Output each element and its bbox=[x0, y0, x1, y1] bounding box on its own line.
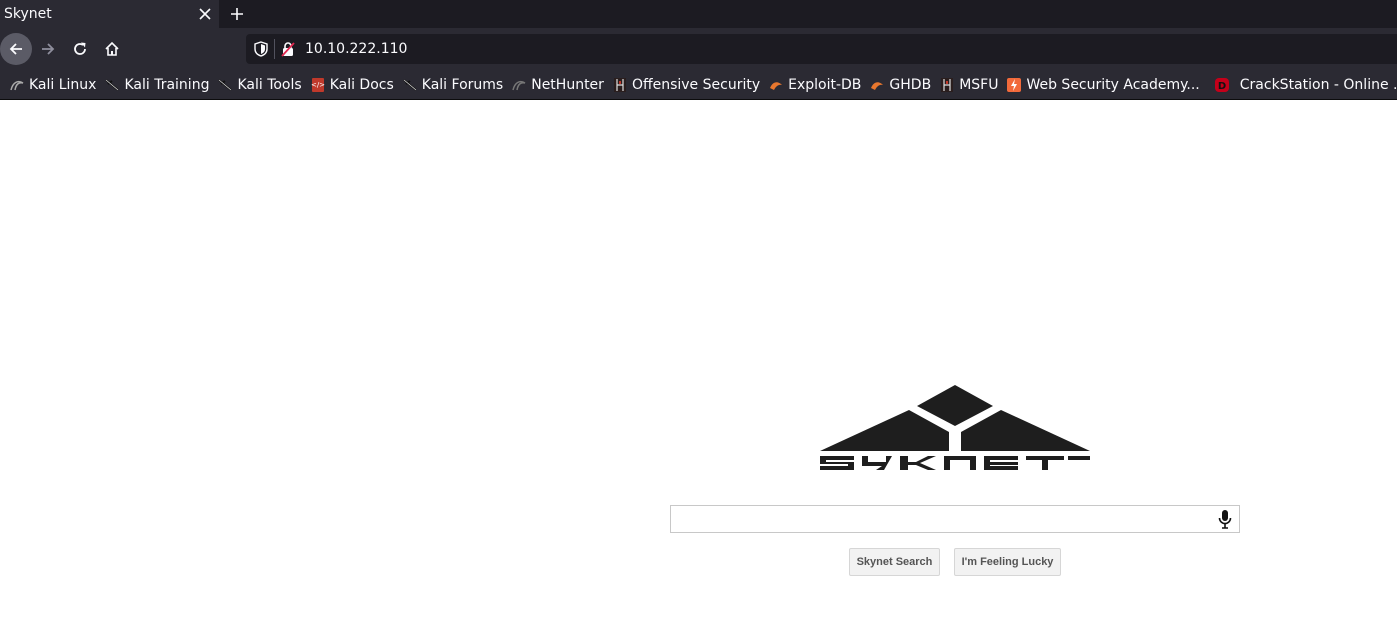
bookmark-nethunter[interactable]: NetHunter bbox=[508, 70, 609, 99]
crackstation-icon: D bbox=[1214, 77, 1230, 93]
home-icon[interactable] bbox=[96, 33, 128, 65]
bookmark-offensive-security[interactable]: Offensive Security bbox=[609, 70, 765, 99]
bookmark-label: Kali Linux bbox=[29, 76, 97, 93]
reload-icon[interactable] bbox=[64, 33, 96, 65]
offsec-icon bbox=[939, 77, 955, 93]
close-icon[interactable] bbox=[191, 0, 219, 28]
svg-text:</>: </> bbox=[311, 81, 325, 89]
bookmark-web-security-academy[interactable]: Web Security Academy... bbox=[1003, 70, 1204, 99]
offsec-icon bbox=[612, 77, 628, 93]
bookmark-label: NetHunter bbox=[531, 76, 604, 93]
search-box bbox=[670, 505, 1240, 533]
kali-dragon-icon bbox=[9, 77, 25, 93]
shield-icon[interactable] bbox=[248, 34, 274, 64]
exploitdb-icon bbox=[768, 77, 784, 93]
bookmark-kali-forums[interactable]: Kali Forums bbox=[399, 70, 508, 99]
bookmark-kali-training[interactable]: Kali Training bbox=[101, 70, 214, 99]
bookmark-label: Exploit-DB bbox=[788, 76, 862, 93]
bookmark-label: Kali Docs bbox=[329, 76, 394, 93]
exploitdb-icon bbox=[869, 77, 885, 93]
tab-strip: Skynet bbox=[0, 0, 1397, 28]
address-bar[interactable]: 10.10.222.110 bbox=[246, 34, 1397, 64]
back-arrow-icon[interactable] bbox=[0, 33, 32, 65]
microphone-icon[interactable] bbox=[1215, 509, 1235, 529]
bookmark-label: GHDB bbox=[889, 76, 932, 93]
kali-dragon-icon bbox=[402, 77, 418, 93]
kali-dragon-icon bbox=[104, 77, 120, 93]
kali-dragon-icon bbox=[217, 77, 233, 93]
forward-arrow-icon[interactable] bbox=[32, 33, 64, 65]
bookmark-msfu[interactable]: MSFU bbox=[936, 70, 1003, 99]
portswigger-icon bbox=[1006, 77, 1022, 93]
bookmark-crackstation[interactable]: D CrackStation - Online ... bbox=[1205, 70, 1397, 99]
bookmark-label: MSFU bbox=[959, 76, 999, 93]
nethunter-icon bbox=[511, 77, 527, 93]
bookmark-exploit-db[interactable]: Exploit-DB bbox=[765, 70, 866, 99]
plus-icon[interactable] bbox=[224, 0, 250, 28]
bookmark-label: Web Security Academy... bbox=[1026, 76, 1200, 93]
skynet-search-button[interactable]: Skynet Search bbox=[849, 548, 940, 576]
bookmark-kali-docs[interactable]: </> Kali Docs bbox=[307, 70, 399, 99]
url-text[interactable]: 10.10.222.110 bbox=[301, 41, 407, 57]
bookmarks-toolbar: Kali Linux Kali Training Kali Tools </> … bbox=[0, 70, 1397, 100]
tab-title: Skynet bbox=[4, 6, 52, 22]
page-content: Skynet Search I'm Feeling Lucky bbox=[0, 101, 1397, 641]
bookmark-kali-tools[interactable]: Kali Tools bbox=[214, 70, 306, 99]
skynet-logo bbox=[820, 385, 1090, 470]
kali-docs-icon: </> bbox=[310, 77, 326, 93]
bookmark-label: Kali Tools bbox=[237, 76, 302, 93]
svg-text:D: D bbox=[1218, 81, 1226, 92]
bookmark-label: CrackStation - Online ... bbox=[1239, 76, 1397, 93]
bookmark-label: Kali Forums bbox=[421, 76, 504, 93]
bookmark-kali-linux[interactable]: Kali Linux bbox=[6, 70, 101, 99]
tab-skynet[interactable]: Skynet bbox=[0, 0, 219, 28]
bookmark-label: Offensive Security bbox=[631, 76, 761, 93]
search-input[interactable] bbox=[671, 506, 1211, 532]
navigation-toolbar: 10.10.222.110 bbox=[0, 28, 1397, 70]
insecure-lock-icon[interactable] bbox=[275, 34, 301, 64]
bookmark-ghdb[interactable]: GHDB bbox=[866, 70, 936, 99]
feeling-lucky-button[interactable]: I'm Feeling Lucky bbox=[954, 548, 1061, 576]
bookmark-label: Kali Training bbox=[124, 76, 210, 93]
